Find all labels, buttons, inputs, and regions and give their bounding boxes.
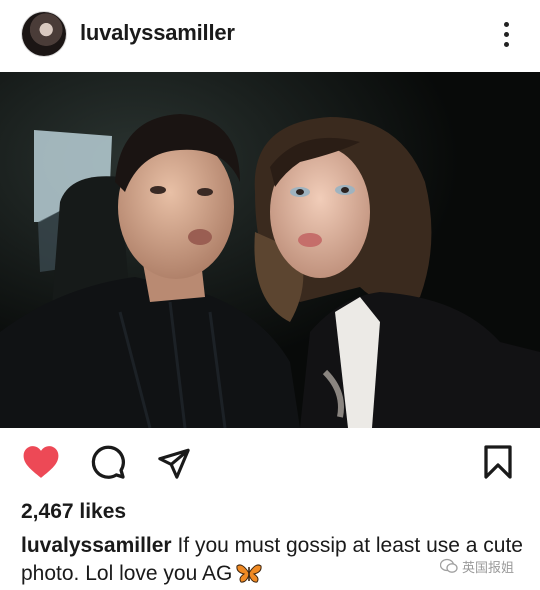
post-photo[interactable]: [0, 72, 540, 428]
butterfly-emoji: [236, 564, 262, 583]
watermark: 英国报姐: [440, 556, 514, 576]
wechat-icon: [440, 558, 458, 573]
comment-icon[interactable]: [90, 444, 126, 480]
post-username[interactable]: luvalyssamiller: [80, 20, 235, 46]
caption-username[interactable]: luvalyssamiller: [21, 534, 172, 557]
more-options-icon[interactable]: [496, 20, 516, 50]
watermark-text: 英国报姐: [462, 559, 515, 575]
heart-icon[interactable]: [22, 444, 60, 480]
profile-avatar[interactable]: [22, 12, 66, 56]
post-actions: [0, 440, 540, 486]
like-count[interactable]: 2,467 likes: [21, 500, 126, 524]
share-icon[interactable]: [156, 446, 192, 480]
post-header: luvalyssamiller: [0, 0, 540, 70]
bookmark-icon[interactable]: [482, 444, 514, 480]
post-photo-image: [0, 72, 540, 428]
